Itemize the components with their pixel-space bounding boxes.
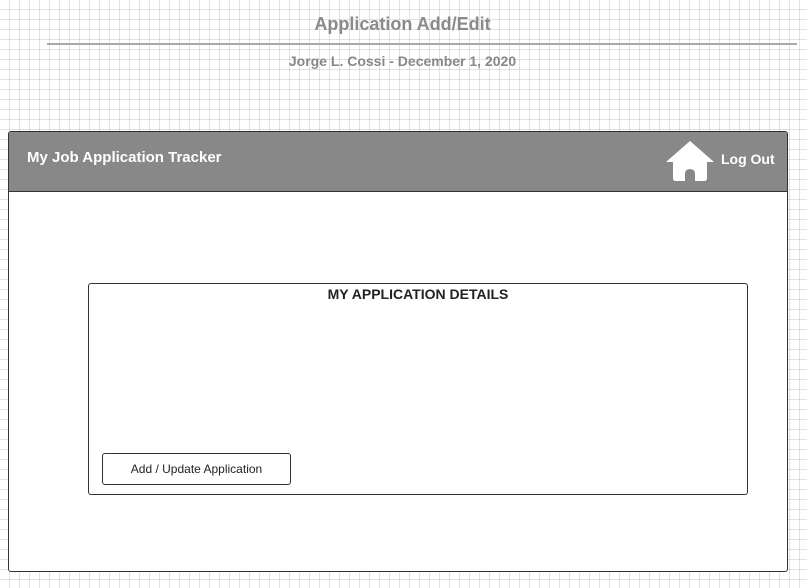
details-heading: MY APPLICATION DETAILS (327, 286, 509, 302)
app-title: My Job Application Tracker (27, 149, 222, 166)
title-divider (47, 43, 797, 45)
home-icon[interactable] (665, 140, 715, 182)
document-title: Application Add/Edit (314, 14, 491, 34)
document-subtitle: Jorge L. Cossi - December 1, 2020 (288, 53, 517, 69)
application-details-panel: MY APPLICATION DETAILS Add / Update Appl… (88, 283, 748, 495)
add-update-application-button[interactable]: Add / Update Application (102, 453, 291, 485)
app-window: My Job Application Tracker Log Out MY AP… (8, 131, 788, 572)
app-header: My Job Application Tracker Log Out (9, 132, 787, 192)
logout-link[interactable]: Log Out (721, 151, 775, 167)
